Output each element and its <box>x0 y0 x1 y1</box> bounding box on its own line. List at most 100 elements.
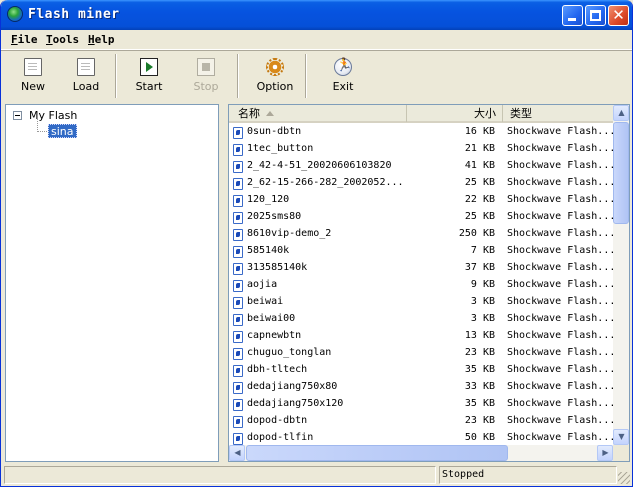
file-type: Shockwave Flash... <box>507 381 613 392</box>
close-button[interactable]: ✕ <box>608 5 629 26</box>
flash-file-icon <box>233 280 243 292</box>
vertical-scroll-thumb[interactable] <box>613 122 629 224</box>
file-type: Shockwave Flash... <box>507 415 613 426</box>
list-item[interactable]: 2_42-4-51_20020606103820 41 KB Shockwave F… <box>229 158 613 175</box>
file-type: Shockwave Flash... <box>507 398 613 409</box>
column-header-size-label: 大小 <box>474 107 496 120</box>
list-item[interactable]: 313585140k 37 KB Shockwave Flash... <box>229 260 613 277</box>
menu-help[interactable]: Help <box>88 33 115 46</box>
file-name: 2_42-4-51_20020606103820 <box>247 160 392 171</box>
flash-file-icon <box>233 263 243 275</box>
list-item[interactable]: dbh-tltech 35 KB Shockwave Flash... <box>229 362 613 379</box>
scroll-down-button[interactable]: ▼ <box>613 429 629 445</box>
file-type: Shockwave Flash... <box>507 432 613 443</box>
new-document-icon <box>24 58 42 76</box>
file-size: 23 KB <box>464 347 495 358</box>
file-type: Shockwave Flash... <box>507 330 613 341</box>
list-item[interactable]: 585140k 7 KB Shockwave Flash... <box>229 243 613 260</box>
toolbar: New Load Start Stop Option Exit <box>1 52 632 100</box>
file-name: 313585140k <box>247 262 308 273</box>
sort-ascending-icon <box>266 111 274 116</box>
stop-button-label: Stop <box>193 80 219 93</box>
column-header-name[interactable]: 名称 <box>229 105 407 122</box>
list-item[interactable]: 120_120 22 KB Shockwave Flash... <box>229 192 613 209</box>
tree-connector <box>38 131 47 132</box>
tree-item-sina[interactable]: sina <box>48 124 77 138</box>
list-item[interactable]: 1tec_button 21 KB Shockwave Flash... <box>229 141 613 158</box>
flash-file-icon <box>233 246 243 258</box>
flash-file-icon <box>233 365 243 377</box>
stop-icon <box>197 58 215 76</box>
column-header-size[interactable]: 大小 <box>407 105 503 122</box>
file-size: 3 KB <box>470 296 495 307</box>
exit-button-label: Exit <box>332 80 354 93</box>
list-item[interactable]: capnewbtn 13 KB Shockwave Flash... <box>229 328 613 345</box>
file-type: Shockwave Flash... <box>507 160 613 171</box>
file-type: Shockwave Flash... <box>507 194 613 205</box>
horizontal-scroll-thumb[interactable] <box>246 445 508 461</box>
file-name: beiwai <box>247 296 284 307</box>
new-button[interactable]: New <box>5 54 61 98</box>
exit-runner-icon <box>334 58 352 76</box>
file-type: Shockwave Flash... <box>507 296 613 307</box>
flash-file-icon <box>233 399 243 411</box>
minimize-button[interactable] <box>562 5 583 26</box>
close-icon: ✕ <box>612 6 625 24</box>
menu-file[interactable]: File <box>11 33 38 46</box>
list-item[interactable]: beiwai00 3 KB Shockwave Flash... <box>229 311 613 328</box>
list-item[interactable]: 8610vip-demo_2 250 KB Shockwave Flash... <box>229 226 613 243</box>
file-type: Shockwave Flash... <box>507 228 613 239</box>
arrow-down-icon: ▼ <box>618 432 625 441</box>
scroll-up-button[interactable]: ▲ <box>613 105 629 121</box>
list-item[interactable]: dopod-dbtn 23 KB Shockwave Flash... <box>229 413 613 430</box>
column-header-type[interactable]: 类型 <box>503 105 613 122</box>
pane-splitter[interactable] <box>219 104 228 462</box>
list-item[interactable]: 2_62-15-266-282_2002052... 25 KB Shockwave… <box>229 175 613 192</box>
file-size: 41 KB <box>464 160 495 171</box>
column-header-type-label: 类型 <box>510 107 532 120</box>
file-type: Shockwave Flash... <box>507 347 613 358</box>
vertical-scrollbar[interactable]: ▲ ▼ <box>613 105 629 445</box>
resize-grip-icon[interactable] <box>618 472 630 484</box>
new-button-label: New <box>21 80 45 93</box>
flash-file-icon <box>233 382 243 394</box>
file-size: 16 KB <box>464 126 495 137</box>
column-header-name-label: 名称 <box>238 107 260 120</box>
list-item[interactable]: dedajiang750x80 33 KB Shockwave Flash... <box>229 379 613 396</box>
start-button[interactable]: Start <box>121 54 177 98</box>
file-size: 25 KB <box>464 177 495 188</box>
stop-button[interactable]: Stop <box>178 54 234 98</box>
file-type: Shockwave Flash... <box>507 211 613 222</box>
file-name: beiwai00 <box>247 313 296 324</box>
list-item[interactable]: 2025sms80 25 KB Shockwave Flash... <box>229 209 613 226</box>
menu-tools[interactable]: Tools <box>46 33 79 46</box>
arrow-right-icon: ▶ <box>602 448 609 457</box>
flash-file-icon <box>233 433 243 445</box>
list-rows: 0sun-dbtn 16 KB Shockwave Flash... 1tec_but… <box>229 124 613 447</box>
scroll-left-button[interactable]: ◀ <box>229 445 245 461</box>
collapse-toggle-icon[interactable] <box>13 111 22 120</box>
scroll-right-button[interactable]: ▶ <box>597 445 613 461</box>
load-button[interactable]: Load <box>58 54 114 98</box>
list-item[interactable]: beiwai 3 KB Shockwave Flash... <box>229 294 613 311</box>
list-header: 名称 大小 类型 <box>229 105 613 123</box>
play-icon <box>140 58 158 76</box>
list-item[interactable]: 0sun-dbtn 16 KB Shockwave Flash... <box>229 124 613 141</box>
list-item[interactable]: dedajiang750x120 35 KB Shockwave Flash... <box>229 396 613 413</box>
flash-file-icon <box>233 331 243 343</box>
exit-button[interactable]: Exit <box>315 54 371 98</box>
horizontal-scrollbar[interactable]: ◀ ▶ <box>229 445 613 461</box>
folder-tree[interactable]: My Flash sina <box>5 104 219 462</box>
status-bar: Stopped <box>1 464 632 486</box>
maximize-button[interactable] <box>585 5 606 26</box>
flash-file-icon <box>233 161 243 173</box>
title-bar[interactable]: Flash miner ✕ <box>1 0 632 30</box>
status-panel-state: Stopped <box>439 466 617 484</box>
file-name: dopod-dbtn <box>247 415 308 426</box>
list-item[interactable]: aojia 9 KB Shockwave Flash... <box>229 277 613 294</box>
option-button[interactable]: Option <box>247 54 303 98</box>
file-size: 3 KB <box>470 313 495 324</box>
list-item[interactable]: chuguo_tonglan 23 KB Shockwave Flash... <box>229 345 613 362</box>
minimize-icon <box>568 18 576 21</box>
file-name: chuguo_tonglan <box>247 347 332 358</box>
